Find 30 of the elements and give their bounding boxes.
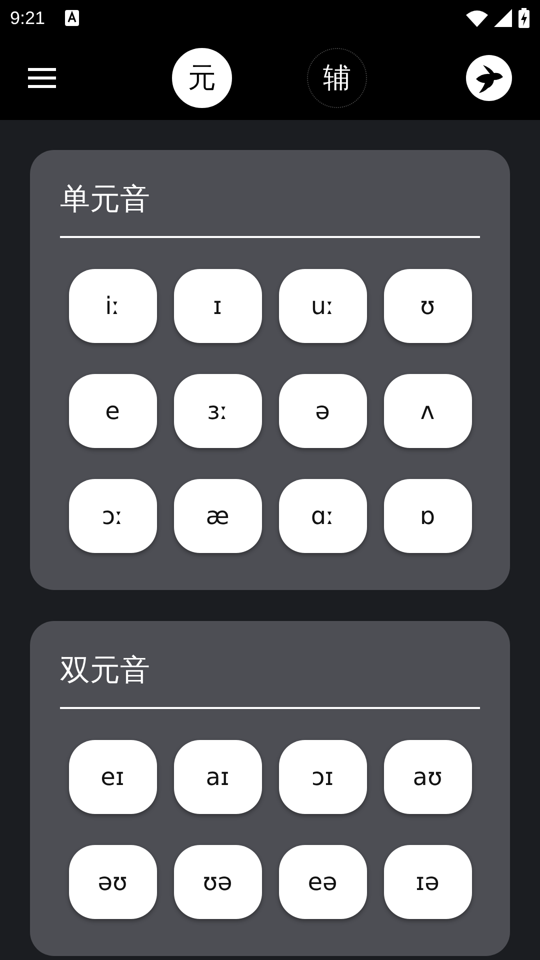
phoneme-button[interactable]: ɪ bbox=[174, 269, 262, 343]
tab[interactable]: 辅 bbox=[307, 48, 367, 108]
tab[interactable]: 元 bbox=[172, 48, 232, 108]
phoneme-button[interactable]: ʌ bbox=[384, 374, 472, 448]
section-title: 单元音 bbox=[60, 181, 151, 219]
menu-icon[interactable] bbox=[28, 68, 56, 88]
phoneme-button[interactable]: æ bbox=[174, 479, 262, 553]
phoneme-button[interactable]: iː bbox=[68, 269, 156, 343]
phoneme-button[interactable]: ɒ bbox=[384, 479, 472, 553]
phoneme-button[interactable]: ʊ bbox=[384, 269, 472, 343]
phoneme-button[interactable]: eə bbox=[278, 845, 366, 919]
phoneme-button[interactable]: ɔː bbox=[68, 479, 156, 553]
phoneme-button[interactable]: ə bbox=[278, 374, 366, 448]
phoneme-button[interactable]: uː bbox=[278, 269, 366, 343]
phoneme-button[interactable]: e bbox=[68, 374, 156, 448]
phoneme-button[interactable]: eɪ bbox=[68, 740, 156, 814]
phoneme-button[interactable]: əʊ bbox=[68, 845, 156, 919]
phoneme-button[interactable]: ɜː bbox=[174, 374, 262, 448]
phoneme-button[interactable]: ɔɪ bbox=[278, 740, 366, 814]
status-time: 9:21 bbox=[10, 8, 46, 28]
phoneme-button[interactable]: ʊə bbox=[174, 845, 262, 919]
section-title: 双元音 bbox=[60, 652, 151, 690]
phoneme-button[interactable]: aʊ bbox=[384, 740, 472, 814]
phoneme-button[interactable]: aɪ bbox=[174, 740, 262, 814]
battery-icon bbox=[518, 8, 530, 28]
wifi-icon bbox=[466, 10, 488, 26]
phoneme-button[interactable]: ɑː bbox=[278, 479, 366, 553]
keyboard-icon bbox=[65, 10, 80, 26]
signal-icon bbox=[494, 9, 512, 27]
phoneme-button[interactable]: ɪə bbox=[384, 845, 472, 919]
